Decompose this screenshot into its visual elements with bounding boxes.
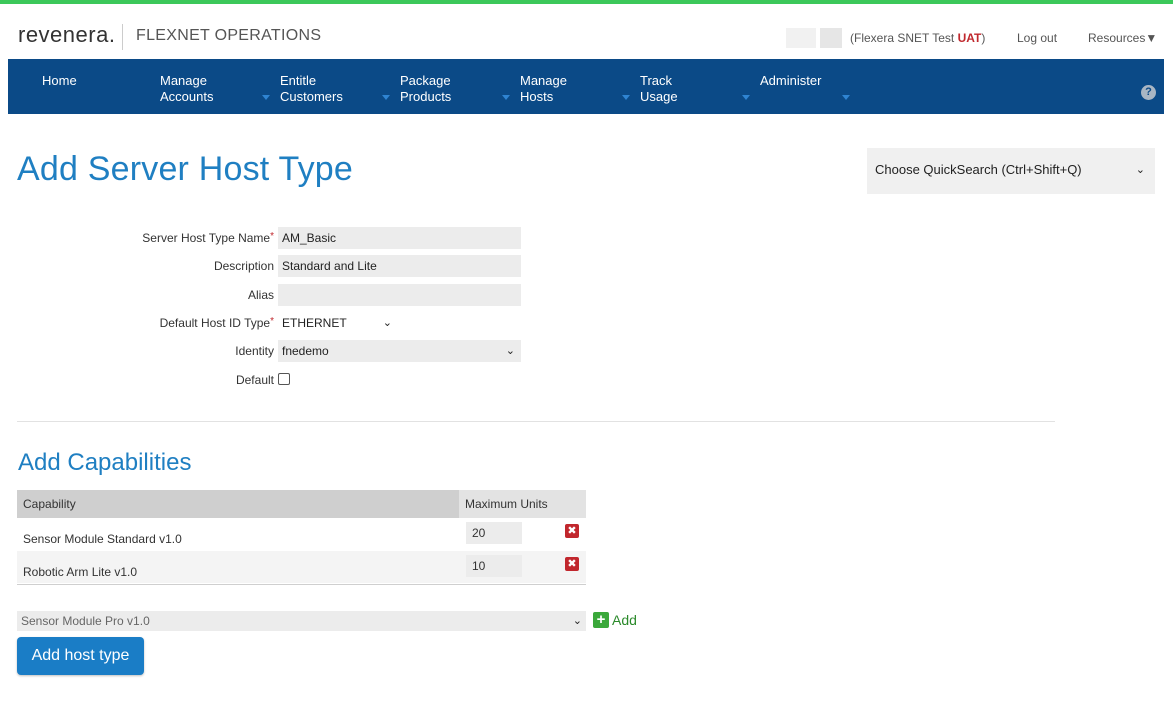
chevron-down-icon: ⌄ (1135, 164, 1145, 176)
tenant-prefix: (Flexera SNET Test (850, 31, 958, 45)
nav-manage-hosts-label: Manage Hosts (520, 73, 567, 104)
caret-down-icon (742, 95, 750, 100)
page-title: Add Server Host Type (17, 150, 353, 188)
default-checkbox[interactable] (278, 373, 290, 385)
caret-down-icon (622, 95, 630, 100)
max-units-input[interactable]: 10 (466, 555, 522, 577)
required-marker: * (270, 316, 274, 327)
top-bar: revenera. FLEXNET OPERATIONS (Flexera SN… (0, 8, 1173, 56)
required-marker: * (270, 231, 274, 242)
chevron-down-icon: ⌄ (572, 615, 582, 627)
capability-column-header: Capability (23, 497, 76, 511)
form-row-name: Server Host Type Name* AM_Basic (0, 227, 600, 249)
form-row-identity: Identity fnedemo ⌄ (0, 340, 600, 362)
table-bottom-border (17, 584, 586, 585)
logo-divider (122, 24, 123, 50)
resources-menu[interactable]: Resources▼ (1088, 31, 1157, 45)
nav-administer-label: Administer (760, 73, 822, 88)
table-row: Sensor Module Standard v1.0 20 ✖ (17, 518, 586, 551)
default-label: Default (235, 373, 274, 387)
nav-manage-accounts[interactable]: Manage Accounts (160, 59, 270, 114)
caret-down-icon (502, 95, 510, 100)
host-id-type-select[interactable]: ETHERNET ⌄ (278, 312, 398, 334)
logout-link[interactable]: Log out (1017, 31, 1057, 45)
product-name: FLEXNET OPERATIONS (136, 27, 322, 44)
host-id-type-value: ETHERNET (282, 316, 347, 330)
chevron-down-icon: ⌄ (505, 345, 515, 357)
form-row-hostid: Default Host ID Type* ETHERNET ⌄ (0, 312, 600, 334)
nav-manage-accounts-label: Manage Accounts (160, 73, 214, 104)
nav-home[interactable]: Home (42, 59, 152, 114)
revenera-logo: revenera. (18, 22, 116, 47)
quicksearch-panel: Choose QuickSearch (Ctrl+Shift+Q) ⌄ (867, 148, 1155, 194)
new-capability-select[interactable]: Sensor Module Pro v1.0 ⌄ (17, 611, 586, 631)
new-capability-value: Sensor Module Pro v1.0 (21, 614, 150, 628)
form-row-alias: Alias (0, 284, 600, 306)
nav-home-label: Home (42, 73, 77, 88)
add-host-type-button[interactable]: Add host type (17, 637, 144, 675)
identity-select[interactable]: fnedemo ⌄ (278, 340, 521, 362)
tenant-env-badge: UAT (957, 31, 982, 45)
form-row-default: Default (0, 369, 600, 391)
nav-administer[interactable]: Administer (760, 59, 850, 114)
user-name-placeholder (820, 28, 842, 48)
nav-manage-hosts[interactable]: Manage Hosts (520, 59, 630, 114)
description-input[interactable]: Standard and Lite (278, 255, 521, 277)
delete-icon[interactable]: ✖ (565, 524, 579, 538)
server-host-type-name-input[interactable]: AM_Basic (278, 227, 521, 249)
tenant-label: (Flexera SNET Test UAT) (850, 31, 985, 45)
form-row-description: Description Standard and Lite (0, 255, 600, 277)
nav-track-usage[interactable]: Track Usage (640, 59, 750, 114)
max-units-column-header: Maximum Units (465, 497, 548, 511)
capabilities-table: Capability Maximum Units Sensor Module S… (17, 490, 586, 585)
hostid-label: Default Host ID Type* (160, 316, 274, 330)
alias-label: Alias (247, 288, 274, 302)
table-row: Robotic Arm Lite v1.0 10 ✖ (17, 551, 586, 584)
tenant-suffix: ) (981, 31, 986, 45)
section-divider (17, 421, 1055, 422)
alias-input[interactable] (278, 284, 521, 306)
nav-entitle-customers-label: Entitle Customers (280, 73, 343, 104)
help-icon[interactable]: ? (1141, 85, 1156, 100)
nav-entitle-customers[interactable]: Entitle Customers (280, 59, 390, 114)
caret-down-icon (262, 95, 270, 100)
nav-track-usage-label: Track Usage (640, 73, 678, 104)
delete-icon[interactable]: ✖ (565, 557, 579, 571)
chevron-down-icon: ⌄ (382, 317, 392, 329)
caret-down-icon (842, 95, 850, 100)
name-label: Server Host Type Name* (142, 231, 274, 245)
identity-label: Identity (235, 344, 274, 358)
add-icon[interactable]: + (593, 612, 609, 628)
hostid-label-text: Default Host ID Type (159, 316, 271, 330)
name-label-text: Server Host Type Name (142, 231, 271, 245)
identity-value: fnedemo (282, 344, 329, 358)
capability-name: Sensor Module Standard v1.0 (23, 532, 182, 546)
quicksearch-select[interactable]: Choose QuickSearch (Ctrl+Shift+Q) ⌄ (875, 159, 1147, 181)
caret-down-icon (382, 95, 390, 100)
description-label: Description (213, 259, 274, 273)
add-capabilities-heading: Add Capabilities (18, 449, 192, 476)
app-window: revenera. FLEXNET OPERATIONS (Flexera SN… (0, 0, 1173, 712)
table-header: Capability Maximum Units (17, 490, 586, 518)
max-units-input[interactable]: 20 (466, 522, 522, 544)
add-capability-link[interactable]: Add (612, 612, 637, 628)
capability-name: Robotic Arm Lite v1.0 (23, 565, 138, 579)
user-avatar-placeholder (786, 28, 816, 48)
nav-package-products[interactable]: Package Products (400, 59, 510, 114)
main-nav: Home Manage Accounts Entitle Customers P… (8, 59, 1164, 114)
quicksearch-selected-value: Choose QuickSearch (Ctrl+Shift+Q) (875, 162, 1082, 177)
nav-package-products-label: Package Products (400, 73, 452, 104)
